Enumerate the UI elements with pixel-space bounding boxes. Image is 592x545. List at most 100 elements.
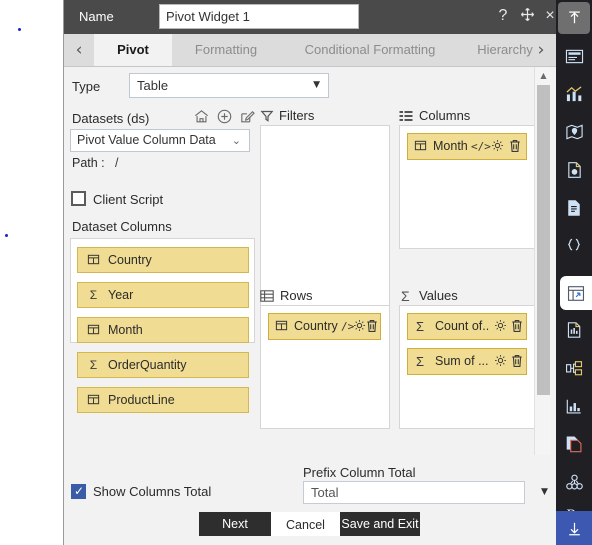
type-select-value: Table <box>137 78 169 93</box>
dataset-column-label: Year <box>108 288 134 302</box>
name-label: Name <box>79 9 114 24</box>
trash-icon[interactable] <box>509 139 522 154</box>
cancel-button[interactable]: Cancel <box>271 512 340 536</box>
values-field-item[interactable]: Σ Count of.. <box>407 313 527 340</box>
type-select[interactable]: Table ▼ <box>129 73 329 98</box>
funnel-icon <box>260 109 276 123</box>
table-icon <box>275 314 288 339</box>
upload-icon <box>558 2 590 34</box>
document-refresh-icon <box>558 154 590 186</box>
rows-field-item[interactable]: Country /> <box>268 313 381 340</box>
copy-icon <box>558 428 590 460</box>
rows-drop-zone[interactable]: Country /> <box>260 305 390 429</box>
client-script-checkbox[interactable] <box>71 191 86 206</box>
rail-item-download[interactable] <box>556 511 592 545</box>
rail-item-cluster[interactable] <box>558 466 590 498</box>
rows-title: Rows <box>280 288 313 303</box>
rail-item-copy[interactable] <box>558 428 590 460</box>
tab-scroll-right-icon[interactable]: › <box>526 34 556 66</box>
dataset-column-chip[interactable]: Σ Year <box>77 282 249 308</box>
show-columns-total-checkbox[interactable]: ✓ <box>71 484 86 499</box>
dataset-select[interactable]: Pivot Value Column Data ⌄ <box>70 129 250 152</box>
chart-icon <box>558 78 590 110</box>
show-columns-total-label: Show Columns Total <box>93 484 212 499</box>
columns-field-label: Month <box>433 139 468 153</box>
edit-icon[interactable] <box>239 108 256 125</box>
columns-field-item[interactable]: Month </> <box>407 133 527 160</box>
table-icon <box>86 388 101 412</box>
type-label: Type <box>72 79 101 94</box>
rail-item-pivot-table[interactable] <box>560 276 592 310</box>
code-badge-icon[interactable]: </> <box>471 134 491 159</box>
values-drop-zone[interactable]: Σ Count of.. Σ Sum of ... <box>399 305 536 429</box>
vertical-scrollbar[interactable]: ▲ ▼ <box>534 67 551 507</box>
trash-icon[interactable] <box>366 319 379 334</box>
gear-icon[interactable] <box>491 139 505 153</box>
path-value: / <box>115 156 119 170</box>
dialog-footer: ✓ Show Columns Total Prefix Column Total… <box>64 455 556 545</box>
dataset-column-chip[interactable]: Σ OrderQuantity <box>77 352 249 378</box>
trash-icon[interactable] <box>511 319 524 334</box>
rail-item-map[interactable] <box>558 116 590 148</box>
rail-item-document-refresh[interactable] <box>558 154 590 186</box>
sigma-icon: Σ <box>401 288 410 304</box>
sigma-icon: Σ <box>416 354 425 369</box>
columns-drop-zone[interactable]: Month </> <box>399 125 536 249</box>
dialog-body: Type Table ▼ Datasets (ds) Pivot Value C… <box>64 67 556 507</box>
gear-icon[interactable] <box>353 319 367 333</box>
help-icon[interactable]: ? <box>494 7 512 25</box>
path-label: Path : <box>72 156 105 170</box>
rail-item-chart[interactable] <box>558 78 590 110</box>
values-field-item[interactable]: Σ Sum of ... <box>407 348 527 375</box>
right-tool-rail: Rx <box>556 0 592 545</box>
tab-pivot[interactable]: Pivot <box>94 34 172 66</box>
prefix-column-total-label: Prefix Column Total <box>303 465 416 480</box>
tab-formatting[interactable]: Formatting <box>172 34 280 66</box>
rail-item-report[interactable] <box>558 314 590 346</box>
scroll-up-icon[interactable]: ▲ <box>538 70 549 82</box>
code-braces-icon <box>558 230 590 262</box>
rail-item-upload[interactable] <box>558 2 590 34</box>
sigma-icon: Σ <box>416 319 425 334</box>
tab-scroll-left-icon[interactable]: ‹ <box>64 34 94 66</box>
gear-icon[interactable] <box>494 319 508 333</box>
dataset-column-chip[interactable]: Country <box>77 247 249 273</box>
rows-field-label: Country <box>294 319 338 333</box>
rail-item-tree[interactable] <box>558 352 590 384</box>
move-icon[interactable] <box>518 7 536 25</box>
screen: Name Pivot Widget 1 ? × ‹ Pivot Formatti… <box>0 0 592 545</box>
rail-item-code-braces[interactable] <box>558 230 590 262</box>
columns-icon <box>399 109 415 123</box>
next-button[interactable]: Next <box>199 512 271 536</box>
marker-dot-2 <box>5 234 8 237</box>
dataset-column-chip[interactable]: ProductLine <box>77 387 249 413</box>
values-title: Values <box>419 288 458 303</box>
sigma-icon: Σ <box>89 288 98 302</box>
dataset-columns-panel: Country Σ Year Month Σ OrderQuantity Pro… <box>70 238 255 413</box>
client-script-label: Client Script <box>93 192 164 207</box>
bar-chart-icon <box>558 390 590 422</box>
dialog-title-bar: Name Pivot Widget 1 ? × <box>64 0 556 34</box>
check-icon: ✓ <box>74 484 85 498</box>
chevron-down-icon: ▼ <box>313 80 320 90</box>
dataset-column-chip[interactable]: Month <box>77 317 249 343</box>
trash-icon[interactable] <box>511 354 524 369</box>
rail-item-bar-chart[interactable] <box>558 390 590 422</box>
rail-item-form-widget[interactable] <box>558 40 590 72</box>
rail-item-document[interactable] <box>558 192 590 224</box>
home-icon[interactable] <box>193 108 210 125</box>
widget-name-input[interactable]: Pivot Widget 1 <box>159 4 359 29</box>
chevron-down-icon: ⌄ <box>231 134 241 147</box>
rows-icon <box>260 289 276 303</box>
dataset-column-label: Country <box>108 253 152 267</box>
gear-icon[interactable] <box>494 354 508 368</box>
prefix-column-total-input[interactable]: Total <box>303 481 525 504</box>
dataset-columns-label: Dataset Columns <box>72 219 172 234</box>
add-circle-icon[interactable] <box>216 108 233 125</box>
chevron-down-icon[interactable]: ▼ <box>541 481 548 504</box>
scrollbar-thumb[interactable] <box>537 85 550 395</box>
save-and-exit-button[interactable]: Save and Exit <box>340 512 420 536</box>
tab-conditional-formatting[interactable]: Conditional Formatting <box>280 34 460 66</box>
datasets-label: Datasets (ds) <box>72 111 150 126</box>
download-icon <box>556 511 592 545</box>
